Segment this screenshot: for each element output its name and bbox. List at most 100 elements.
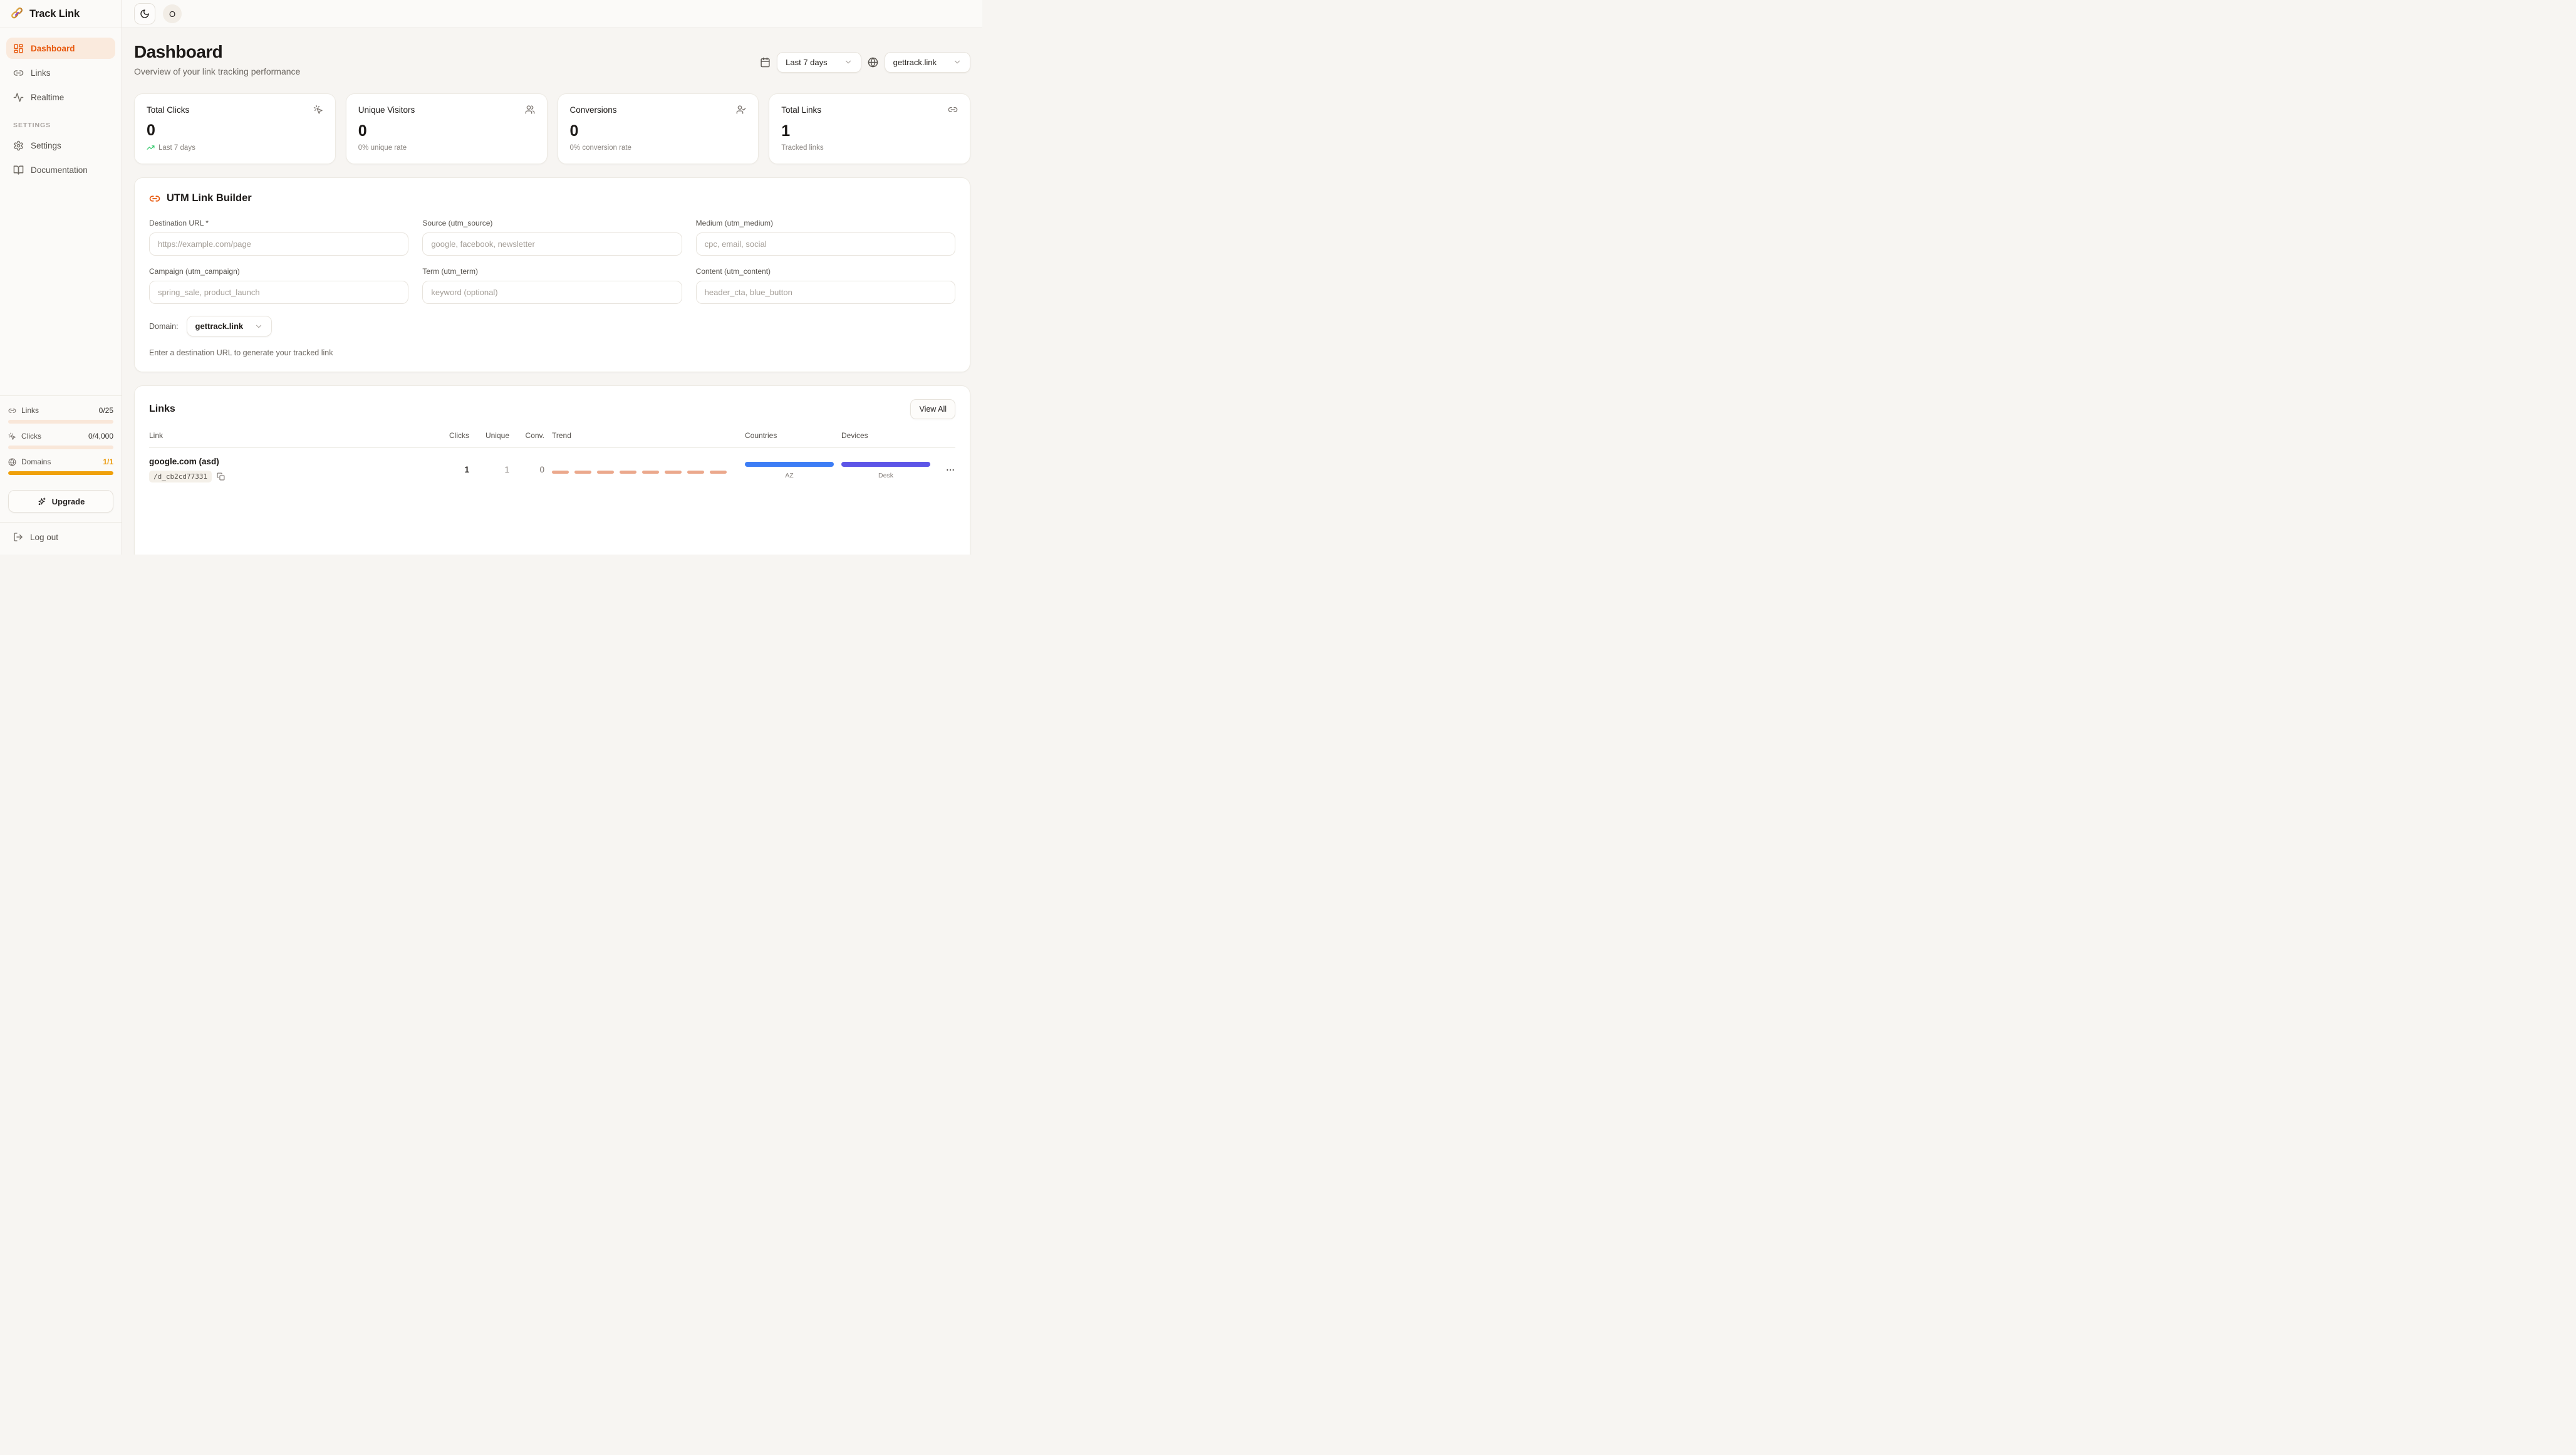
usage-label: Clicks	[21, 432, 41, 441]
field-label: Destination URL *	[149, 219, 408, 227]
column-header-trend: Trend	[552, 431, 737, 440]
utm-content-input[interactable]	[696, 281, 955, 304]
stat-value: 0	[570, 123, 747, 139]
main-area: O Dashboard Overview of your link tracki…	[122, 0, 982, 555]
stat-value: 0	[358, 123, 535, 139]
short-link-chip: /d_cb2cd77331	[149, 471, 212, 482]
sidebar-item-links[interactable]: Links	[6, 62, 115, 83]
table-header: Link Clicks Unique Conv. Trend Countries…	[149, 431, 955, 448]
utm-medium-input[interactable]	[696, 232, 955, 256]
column-header-unique: Unique	[477, 431, 509, 440]
field-destination-url: Destination URL *	[149, 219, 408, 256]
field-label: Term (utm_term)	[422, 267, 682, 276]
link-name: google.com (asd)	[149, 457, 430, 466]
usage-progressbar	[8, 471, 113, 475]
sidebar-item-label: Realtime	[31, 93, 64, 102]
link-icon	[13, 68, 24, 78]
stat-subtext: Last 7 days	[158, 144, 195, 152]
logout-label: Log out	[30, 533, 58, 542]
stat-value: 0	[147, 123, 323, 138]
dashboard-grid-icon	[13, 43, 24, 54]
logout-button[interactable]: Log out	[0, 522, 122, 555]
builder-domain-select[interactable]: gettrack.link	[187, 316, 273, 336]
date-range-select[interactable]: Last 7 days	[777, 52, 861, 73]
page-subtitle: Overview of your link tracking performan…	[134, 66, 300, 76]
sidebar-item-dashboard[interactable]: Dashboard	[6, 38, 115, 59]
calendar-icon	[760, 57, 771, 68]
avatar-initial: O	[169, 9, 175, 19]
gear-icon	[13, 140, 24, 151]
trending-up-icon	[147, 143, 155, 152]
domain-value: gettrack.link	[893, 58, 937, 67]
link-cell[interactable]: google.com (asd) /d_cb2cd77331	[149, 457, 430, 482]
field-utm-medium: Medium (utm_medium)	[696, 219, 955, 256]
sidebar-item-settings[interactable]: Settings	[6, 135, 115, 156]
utm-source-input[interactable]	[422, 232, 682, 256]
utm-campaign-input[interactable]	[149, 281, 408, 304]
sidebar-item-label: Settings	[31, 141, 61, 150]
stat-cards: Total Clicks 0 Last 7 days Unique Visito…	[134, 93, 970, 164]
settings-nav: Settings Documentation	[0, 135, 122, 180]
usage-clicks: Clicks 0/4,000	[8, 432, 113, 449]
moon-icon	[140, 9, 150, 19]
utm-link-builder: UTM Link Builder Destination URL * Sourc…	[134, 177, 970, 372]
primary-nav: Dashboard Links Realtime	[0, 28, 122, 108]
copy-link-button[interactable]	[217, 472, 225, 481]
cursor-click-icon	[8, 432, 16, 441]
book-open-icon	[13, 165, 24, 175]
sidebar-item-label: Dashboard	[31, 44, 75, 53]
theme-toggle-button[interactable]	[134, 3, 155, 24]
usage-value: 0/25	[99, 406, 113, 415]
device-bar	[841, 462, 930, 467]
view-all-button[interactable]: View All	[910, 399, 955, 419]
countries-cell: AZ	[745, 461, 834, 479]
sparkles-icon	[37, 497, 46, 506]
unique-value: 1	[477, 465, 509, 474]
sidebar-item-realtime[interactable]: Realtime	[6, 86, 115, 108]
link-icon	[948, 105, 958, 115]
table-row: google.com (asd) /d_cb2cd77331 1 1 0	[149, 448, 955, 489]
device-label: Desk	[841, 472, 930, 479]
destination-url-input[interactable]	[149, 232, 408, 256]
user-avatar[interactable]: O	[163, 4, 182, 23]
country-label: AZ	[745, 472, 834, 479]
utm-builder-title: UTM Link Builder	[167, 192, 252, 204]
stat-subtext: 0% unique rate	[358, 144, 407, 152]
column-header-countries: Countries	[745, 431, 834, 440]
link-icon	[8, 407, 16, 415]
builder-helper-text: Enter a destination URL to generate your…	[149, 348, 955, 357]
chevron-down-icon	[844, 58, 853, 66]
usage-value: 0/4,000	[88, 432, 113, 441]
column-header-link: Link	[149, 431, 430, 440]
trend-sparkline	[552, 466, 737, 474]
domain-select[interactable]: gettrack.link	[885, 52, 970, 73]
devices-cell: Desk	[841, 461, 930, 479]
sidebar-item-label: Links	[31, 68, 51, 78]
usage-progressbar	[8, 420, 113, 424]
field-label: Campaign (utm_campaign)	[149, 267, 408, 276]
field-utm-source: Source (utm_source)	[422, 219, 682, 256]
globe-icon	[868, 57, 878, 68]
stat-value: 1	[781, 123, 958, 139]
link-icon	[149, 193, 160, 204]
usage-label: Links	[21, 406, 39, 415]
field-label: Source (utm_source)	[422, 219, 682, 227]
field-utm-campaign: Campaign (utm_campaign)	[149, 267, 408, 304]
cursor-click-icon	[313, 105, 323, 115]
builder-domain-value: gettrack.link	[195, 321, 244, 331]
sidebar-item-label: Documentation	[31, 165, 88, 175]
field-utm-content: Content (utm_content)	[696, 267, 955, 304]
users-icon	[525, 105, 535, 115]
stat-subtext: Tracked links	[781, 144, 823, 152]
upgrade-button[interactable]: Upgrade	[8, 490, 113, 513]
stat-label: Total Links	[781, 105, 821, 115]
usage-label: Domains	[21, 457, 51, 466]
utm-term-input[interactable]	[422, 281, 682, 304]
row-menu-button[interactable]	[938, 465, 955, 475]
page-title: Dashboard	[134, 42, 300, 62]
usage-value: 1/1	[103, 457, 113, 466]
sidebar-item-documentation[interactable]: Documentation	[6, 159, 115, 180]
domain-row-label: Domain:	[149, 322, 179, 331]
field-label: Content (utm_content)	[696, 267, 955, 276]
stat-card-unique-visitors: Unique Visitors 0 0% unique rate	[346, 93, 548, 164]
